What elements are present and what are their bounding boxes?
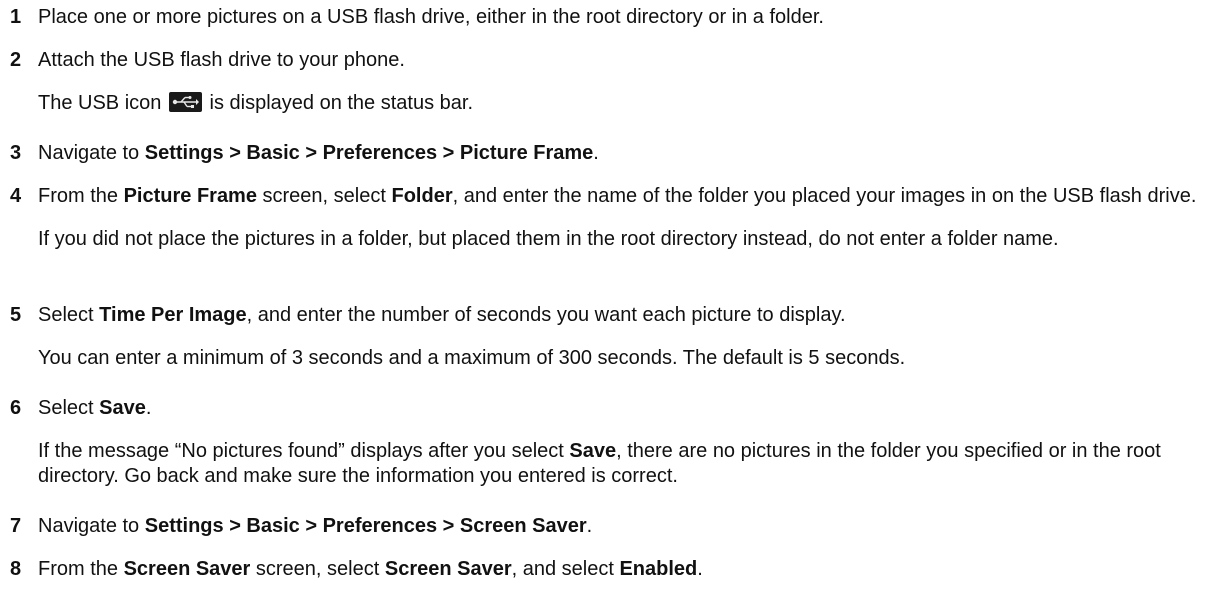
- note-text: is displayed on the status bar.: [209, 92, 474, 114]
- step-number: 6: [10, 397, 22, 419]
- step-6: 6 Select Save. If the message “No pictur…: [10, 396, 1220, 489]
- text-run: , and enter the name of the folder you p…: [452, 185, 1197, 207]
- text-run: .: [593, 142, 599, 164]
- step-note: You can enter a minimum of 3 seconds and…: [38, 347, 906, 369]
- text-run: Select: [38, 397, 100, 419]
- screen-name: Screen Saver: [123, 558, 251, 580]
- step-note: The USB icon is displayed on the status …: [38, 91, 1220, 116]
- text-run: From the: [38, 185, 124, 207]
- note-text: The USB icon: [38, 92, 162, 114]
- text-run: .: [697, 558, 703, 580]
- option-name: Screen Saver: [384, 558, 512, 580]
- step-number: 4: [10, 185, 22, 207]
- text-run: screen, select: [256, 185, 392, 207]
- text-run: From the: [38, 558, 124, 580]
- text-run: Select: [38, 304, 100, 326]
- step-text: Navigate to Settings > Basic > Preferenc…: [38, 141, 1220, 166]
- step-number: 2: [10, 49, 22, 71]
- step-text: Navigate to Settings > Basic > Preferenc…: [38, 514, 1220, 539]
- text-run: If the message “No pictures found” displ…: [38, 440, 570, 462]
- step-2: 2 Attach the USB flash drive to your pho…: [10, 48, 1220, 116]
- step-note: If you did not place the pictures in a f…: [38, 228, 1059, 250]
- text-run: , and enter the number of seconds you wa…: [246, 304, 846, 326]
- text-run: screen, select: [250, 558, 385, 580]
- step-text: Select Save.: [38, 396, 1220, 421]
- text-run: , and select: [511, 558, 620, 580]
- usb-icon: [168, 92, 202, 112]
- text-run: .: [586, 515, 593, 537]
- option-name: Save: [99, 397, 146, 419]
- option-name: Save: [569, 440, 617, 462]
- text-run: .: [145, 397, 152, 419]
- step-note: If the message “No pictures found” displ…: [38, 439, 1220, 489]
- screen-name: Picture Frame: [123, 185, 257, 207]
- menu-path: Settings > Basic > Preferences > Picture…: [144, 142, 594, 164]
- menu-path: Settings > Basic > Preferences > Screen …: [144, 515, 587, 537]
- step-text: Place one or more pictures on a USB flas…: [38, 6, 824, 28]
- step-4: 4 From the Picture Frame screen, select …: [10, 184, 1220, 252]
- option-name: Folder: [391, 185, 453, 207]
- usb-glyph: [172, 96, 199, 108]
- step-text: From the Screen Saver screen, select Scr…: [38, 557, 1220, 582]
- step-number: 7: [10, 515, 22, 537]
- step-3: 3 Navigate to Settings > Basic > Prefere…: [10, 141, 1220, 166]
- step-text: Attach the USB flash drive to your phone…: [38, 49, 405, 71]
- step-number: 3: [10, 142, 22, 164]
- text-run: Navigate to: [38, 142, 145, 164]
- step-1: 1 Place one or more pictures on a USB fl…: [10, 5, 1220, 30]
- step-5: 5 Select Time Per Image, and enter the n…: [10, 303, 1220, 371]
- text-run: Navigate to: [38, 515, 145, 537]
- step-8: 8 From the Screen Saver screen, select S…: [10, 557, 1220, 582]
- step-text: Select Time Per Image, and enter the num…: [38, 303, 1220, 328]
- step-7: 7 Navigate to Settings > Basic > Prefere…: [10, 514, 1220, 539]
- option-name: Time Per Image: [99, 304, 247, 326]
- step-number: 1: [10, 6, 22, 28]
- option-value: Enabled: [619, 558, 698, 580]
- step-number: 8: [10, 558, 22, 580]
- step-number: 5: [10, 304, 22, 326]
- step-text: From the Picture Frame screen, select Fo…: [38, 184, 1220, 209]
